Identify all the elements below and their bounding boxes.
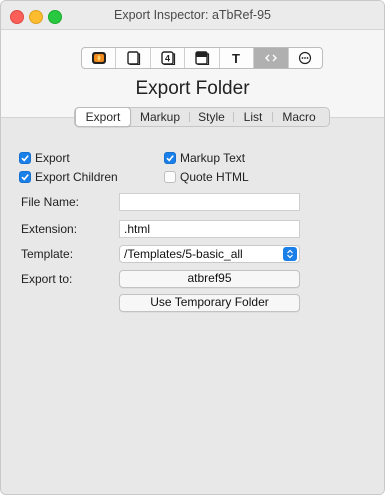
tab-macro[interactable]: Macro <box>273 108 325 126</box>
use-temporary-folder-button[interactable]: Use Temporary Folder <box>119 294 300 312</box>
general-inspector-icon <box>91 51 107 65</box>
svg-text:4: 4 <box>165 54 170 64</box>
title-bar: Export Inspector: aTbRef-95 <box>1 1 384 30</box>
export-children-checkbox-row[interactable]: Export Children <box>19 170 118 184</box>
appearance-inspector-icon <box>125 51 141 65</box>
quote-html-checkbox-label: Quote HTML <box>180 170 249 184</box>
checkmark-icon <box>21 155 29 162</box>
properties-inspector-icon: 4 <box>160 51 176 65</box>
checkmark-icon <box>21 174 29 181</box>
export-inspector-icon <box>263 51 279 65</box>
export-checkbox-row[interactable]: Export <box>19 151 70 165</box>
export-checkbox-label: Export <box>35 151 70 165</box>
action-inspector-icon <box>194 51 210 65</box>
window-title: Export Inspector: aTbRef-95 <box>113 8 272 22</box>
section-title: Export Folder <box>135 78 250 99</box>
appearance-inspector-tab[interactable] <box>116 48 151 68</box>
export-inspector-tab[interactable] <box>254 48 289 68</box>
tab-markup[interactable]: Markup <box>131 108 189 126</box>
checkmark-icon <box>166 155 174 162</box>
tab-export[interactable]: Export <box>75 107 131 127</box>
data-inspector-tab[interactable] <box>289 48 322 68</box>
markup-text-checkbox[interactable] <box>164 152 176 164</box>
svg-text:T: T <box>232 51 240 65</box>
inspector-header: 4 T Export Folder <box>1 30 384 116</box>
markup-text-checkbox-label: Markup Text <box>180 151 246 165</box>
quote-html-checkbox-row[interactable]: Quote HTML <box>164 170 249 184</box>
extension-label: Extension: <box>21 222 78 236</box>
template-popup[interactable]: /Templates/5-basic_all <box>119 245 300 263</box>
export-inspector-window: Export Inspector: aTbRef-95 4 T Export F… <box>0 0 385 495</box>
text-inspector-tab[interactable]: T <box>220 48 255 68</box>
export-pane: Export Markup Text Export Children Quote… <box>1 117 384 494</box>
quote-html-checkbox[interactable] <box>164 171 176 183</box>
export-tabs: Export Markup Style List Macro <box>74 107 330 127</box>
text-inspector-icon: T <box>228 51 244 65</box>
export-children-checkbox[interactable] <box>19 171 31 183</box>
export-children-checkbox-label: Export Children <box>35 170 118 184</box>
file-name-label: File Name: <box>21 195 80 209</box>
chevron-updown-icon <box>283 247 297 261</box>
export-to-label: Export to: <box>21 272 73 286</box>
tab-list[interactable]: List <box>234 108 272 126</box>
export-to-folder-button[interactable]: atbref95 <box>119 270 300 288</box>
file-name-field[interactable] <box>119 193 300 211</box>
general-inspector-tab[interactable] <box>82 48 117 68</box>
export-checkbox[interactable] <box>19 152 31 164</box>
inspector-icon-bar: 4 T <box>81 47 323 69</box>
extension-field[interactable]: .html <box>119 220 300 238</box>
template-popup-value: /Templates/5-basic_all <box>124 247 243 261</box>
data-inspector-icon <box>297 51 313 65</box>
tab-style[interactable]: Style <box>190 108 233 126</box>
action-inspector-tab[interactable] <box>185 48 220 68</box>
markup-text-checkbox-row[interactable]: Markup Text <box>164 151 245 165</box>
properties-inspector-tab[interactable]: 4 <box>151 48 186 68</box>
template-label: Template: <box>21 247 74 261</box>
